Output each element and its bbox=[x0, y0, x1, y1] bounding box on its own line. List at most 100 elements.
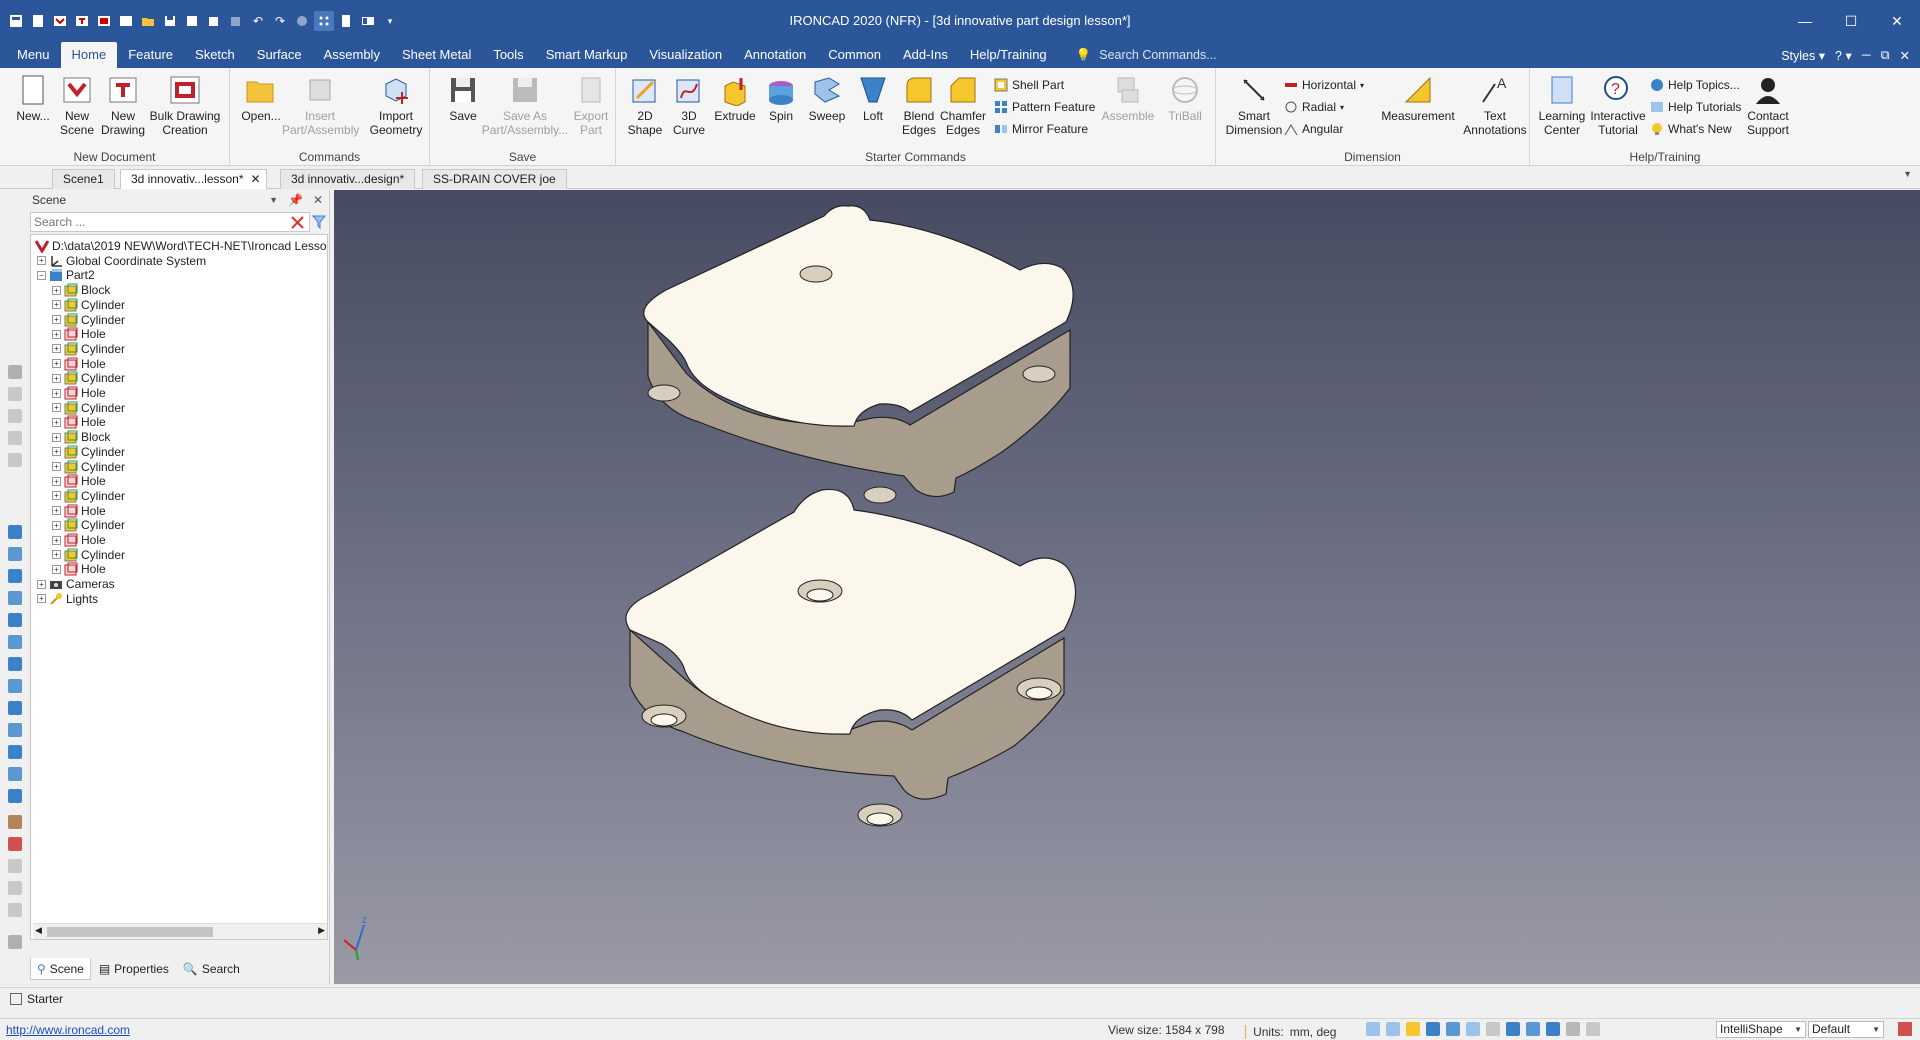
ribbon-minimize-icon[interactable]: ─ bbox=[1862, 48, 1871, 62]
save-icon[interactable] bbox=[160, 11, 180, 31]
part-lower[interactable] bbox=[625, 488, 1077, 827]
help-topics-button[interactable]: Help Topics... bbox=[1650, 76, 1740, 94]
light-icon[interactable] bbox=[1486, 1022, 1500, 1036]
sketch-circle-icon[interactable] bbox=[8, 881, 22, 895]
view-pan-icon[interactable] bbox=[8, 745, 22, 759]
expand-toggle-icon[interactable]: + bbox=[52, 447, 61, 457]
ironcad-website-link[interactable]: http://www.ironcad.com bbox=[6, 1023, 130, 1037]
expand-toggle-icon[interactable]: + bbox=[52, 285, 61, 295]
expand-toggle-icon[interactable]: + bbox=[52, 550, 61, 560]
interactive-tutorial-button[interactable]: ? Interactive Tutorial bbox=[1590, 74, 1646, 137]
doc-tab-scene1[interactable]: Scene1 bbox=[52, 169, 115, 189]
redo-icon[interactable]: ↷ bbox=[270, 11, 290, 31]
tab-common[interactable]: Common bbox=[817, 42, 892, 68]
shade-mode-icon[interactable] bbox=[1406, 1022, 1420, 1036]
open-button[interactable]: Open... bbox=[236, 74, 286, 123]
multi-view-icon[interactable] bbox=[1526, 1022, 1540, 1036]
spin-button[interactable]: Spin bbox=[756, 74, 806, 123]
help-tutorials-button[interactable]: Help Tutorials bbox=[1650, 98, 1741, 116]
bulk-drawing-icon[interactable] bbox=[94, 11, 114, 31]
view-top-icon[interactable] bbox=[8, 613, 22, 627]
expand-toggle-icon[interactable]: + bbox=[52, 403, 61, 413]
expand-toggle-icon[interactable]: + bbox=[52, 388, 61, 398]
sketch-line-icon[interactable] bbox=[8, 815, 22, 829]
new-icon[interactable] bbox=[28, 11, 48, 31]
snap-icon[interactable] bbox=[1546, 1022, 1560, 1036]
mirror-feature-button[interactable]: Mirror Feature bbox=[994, 120, 1088, 138]
view-right-icon[interactable] bbox=[8, 591, 22, 605]
section-view-icon[interactable] bbox=[1446, 1022, 1460, 1036]
view-normal-icon[interactable] bbox=[8, 679, 22, 693]
tab-sketch[interactable]: Sketch bbox=[184, 42, 246, 68]
layout-icon[interactable] bbox=[1898, 1022, 1912, 1036]
tab-feature[interactable]: Feature bbox=[117, 42, 184, 68]
export-part-button[interactable]: Export Part bbox=[566, 74, 616, 137]
page-icon[interactable] bbox=[336, 11, 356, 31]
view-front-icon[interactable] bbox=[8, 525, 22, 539]
tool-select-icon[interactable] bbox=[8, 365, 22, 379]
blend-edges-button[interactable]: Blend Edges bbox=[894, 74, 944, 137]
expand-toggle-icon[interactable]: + bbox=[52, 315, 61, 324]
tool-copy-icon[interactable] bbox=[8, 453, 22, 467]
learning-center-button[interactable]: Learning Center bbox=[1534, 74, 1590, 137]
close-button[interactable]: ✕ bbox=[1874, 0, 1920, 42]
export-icon[interactable] bbox=[204, 11, 224, 31]
styles-menu[interactable]: Styles ▾ bbox=[1781, 48, 1825, 63]
search-filter-icon[interactable] bbox=[312, 215, 326, 229]
save-as-icon[interactable] bbox=[182, 11, 202, 31]
panel-dropdown-icon[interactable]: ▼ bbox=[269, 190, 278, 210]
expand-toggle-icon[interactable]: + bbox=[37, 594, 46, 604]
view-bottom-icon[interactable] bbox=[8, 635, 22, 649]
part-upper[interactable] bbox=[643, 205, 1074, 504]
horizontal-dimension-button[interactable]: Horizontal ▾ bbox=[1284, 76, 1364, 94]
maximize-button[interactable]: ☐ bbox=[1828, 0, 1874, 42]
tree-item[interactable]: + Lights bbox=[37, 590, 98, 608]
view-fit-icon[interactable] bbox=[8, 701, 22, 715]
panel-tab-scene[interactable]: ⚲ Scene bbox=[30, 958, 91, 980]
clear-search-icon[interactable] bbox=[290, 215, 305, 230]
expand-toggle-icon[interactable]: + bbox=[52, 373, 61, 383]
tab-menu[interactable]: Menu bbox=[6, 42, 61, 68]
sketch-triangle-icon[interactable] bbox=[8, 859, 22, 873]
panel-close-icon[interactable]: ✕ bbox=[313, 190, 323, 210]
expand-toggle-icon[interactable]: + bbox=[52, 329, 61, 339]
tab-visualization[interactable]: Visualization bbox=[638, 42, 733, 68]
assemble-button[interactable]: Assemble bbox=[1098, 74, 1158, 123]
3d-viewport[interactable]: z bbox=[334, 190, 1920, 984]
style-select[interactable]: Default ▼ bbox=[1808, 1021, 1884, 1038]
expand-toggle-icon[interactable]: − bbox=[37, 270, 46, 280]
view-zoom-icon[interactable] bbox=[8, 723, 22, 737]
minimize-button[interactable]: — bbox=[1782, 0, 1828, 42]
loft-button[interactable]: Loft bbox=[848, 74, 898, 123]
tab-assembly[interactable]: Assembly bbox=[313, 42, 391, 68]
chamfer-edges-button[interactable]: Chamfer Edges bbox=[938, 74, 988, 137]
grid-icon[interactable] bbox=[314, 11, 334, 31]
layout-icon[interactable] bbox=[358, 11, 378, 31]
expand-toggle-icon[interactable]: + bbox=[37, 256, 46, 266]
whats-new-button[interactable]: What's New bbox=[1650, 120, 1732, 138]
tabs-dropdown-icon[interactable]: ▼ bbox=[1903, 169, 1912, 179]
measurement-button[interactable]: Measurement bbox=[1376, 74, 1460, 123]
sweep-button[interactable]: Sweep bbox=[802, 74, 852, 123]
expand-toggle-icon[interactable]: + bbox=[52, 359, 61, 369]
scene-search-input[interactable]: Search ... bbox=[30, 212, 310, 232]
extrude-button[interactable]: Extrude bbox=[710, 74, 760, 123]
radial-dimension-button[interactable]: Radial ▾ bbox=[1284, 98, 1344, 116]
insert-icon[interactable] bbox=[226, 11, 246, 31]
expand-toggle-icon[interactable]: + bbox=[52, 491, 61, 501]
scroll-left-icon[interactable]: ◀ bbox=[35, 925, 42, 936]
zoom-icon[interactable] bbox=[1386, 1022, 1400, 1036]
search-commands[interactable]: 💡 Search Commands... bbox=[1076, 42, 1217, 68]
angular-dimension-button[interactable]: Angular bbox=[1284, 120, 1343, 138]
tab-add-ins[interactable]: Add-Ins bbox=[892, 42, 959, 68]
customize-dropdown-icon[interactable]: ▾ bbox=[380, 11, 400, 31]
help-icon[interactable]: ? ▾ bbox=[1835, 48, 1852, 63]
doc-tab-drain-cover[interactable]: SS-DRAIN COVER joe bbox=[422, 169, 567, 189]
scene-icon[interactable] bbox=[116, 11, 136, 31]
text-annotations-button[interactable]: A Text Annotations bbox=[1462, 74, 1528, 137]
tab-sheet-metal[interactable]: Sheet Metal bbox=[391, 42, 482, 68]
view-left-icon[interactable] bbox=[8, 569, 22, 583]
tool-move-icon[interactable] bbox=[8, 387, 22, 401]
sketch-arc-icon[interactable] bbox=[8, 903, 22, 917]
select-mode-icon[interactable] bbox=[1566, 1022, 1580, 1036]
